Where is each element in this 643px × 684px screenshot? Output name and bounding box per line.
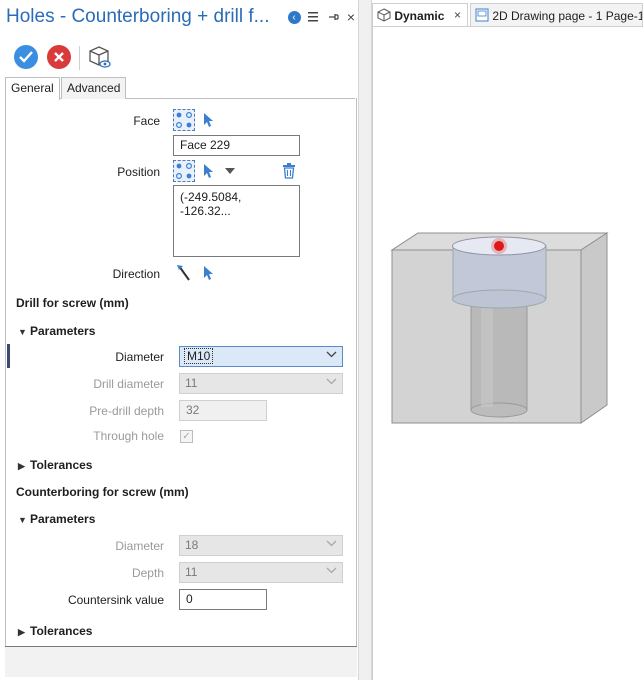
drill-section-title: Drill for screw (mm) [16,296,129,310]
collapsed-triangle-icon: ▶ [18,627,25,637]
position-list-item[interactable]: (-249.5084, -126.32... [180,190,241,218]
property-panel: Holes - Counterboring + drill f... ‹ × G… [0,0,358,680]
trash-icon [283,163,295,179]
active-row-marker [7,344,10,368]
cursor-icon [204,164,213,178]
countersink-label: Countersink value [67,593,164,607]
position-select-mode-button[interactable] [173,160,195,182]
direction-pick-button[interactable] [197,262,219,284]
ok-button[interactable] [14,45,38,69]
direction-flip-button[interactable] [173,262,195,284]
counterbore-tolerances-header[interactable]: ▶ Tolerances [18,624,92,638]
direction-label: Direction [112,267,160,281]
panel-title: Holes - Counterboring + drill f... [6,6,270,27]
panel-toolbar [0,40,358,76]
check-icon [19,51,33,63]
diameter-label: Diameter [115,350,164,364]
3d-viewport[interactable] [372,26,643,680]
preview-button[interactable] [87,44,113,70]
diameter-value: M10 [183,348,214,364]
pre-drill-depth-label: Pre-drill depth [89,404,164,418]
expanded-triangle-icon: ▼ [18,327,27,337]
toolbar-divider [79,46,80,70]
drill-diameter-value: 11 [185,376,198,390]
pin-icon[interactable] [325,9,341,25]
face-select-mode-button[interactable] [173,109,195,131]
back-icon[interactable]: ‹ [286,9,302,25]
diameter-select[interactable]: M10 [179,346,343,367]
points-icon [175,111,193,129]
tab-2d-drawing-label: 2D Drawing page - 1 Page-1 [492,9,643,23]
position-list[interactable]: (-249.5084, -126.32... [173,185,300,257]
chevron-down-icon [326,566,337,577]
through-hole-label: Through hole [93,429,164,443]
panel-tabs: General Advanced [5,77,355,100]
menu-icon[interactable] [305,9,321,25]
chevron-down-icon [326,350,337,361]
cb-depth-label: Depth [131,566,164,580]
general-form: Face Face 229 Position (-249.5084, -126.… [5,98,357,648]
expanded-triangle-icon: ▼ [18,515,27,525]
position-dropdown-button[interactable] [219,160,241,182]
chevron-down-icon [326,377,337,388]
pane-splitter[interactable] [358,0,372,680]
document-tabs: Dynamic × 2D Drawing page - 1 Page-1 [372,3,643,26]
face-label: Face [133,114,160,128]
cursor-icon [204,113,213,127]
position-pick-button[interactable] [197,160,219,182]
counterbore-section-title: Counterboring for screw (mm) [16,485,189,499]
tab-dynamic-label: Dynamic [394,9,445,23]
cb-diameter-value: 18 [185,538,199,552]
points-icon [175,162,193,180]
cb-diameter-select[interactable]: 18 [179,535,343,556]
pre-drill-depth-field[interactable]: 32 [179,400,267,421]
tab-general[interactable]: General [5,77,60,100]
cursor-icon [204,266,213,280]
drill-diameter-select[interactable]: 11 [179,373,343,394]
delete-position-button[interactable] [278,160,300,182]
cb-depth-select[interactable]: 11 [179,562,343,583]
direction-arrow-icon [177,265,190,281]
through-hole-checkbox[interactable]: ✓ [180,430,193,443]
part-model [390,232,609,424]
position-label: Position [117,165,160,179]
x-icon [54,52,64,62]
tab-2d-drawing[interactable]: 2D Drawing page - 1 Page-1 [470,3,643,26]
tab-dynamic[interactable]: Dynamic × [372,3,468,26]
face-field[interactable]: Face 229 [173,135,300,156]
counterbore-parameters-label: Parameters [30,512,96,526]
panel-title-bar: Holes - Counterboring + drill f... ‹ × [0,0,358,36]
face-pick-button[interactable] [197,109,219,131]
cb-depth-value: 11 [185,565,198,579]
drill-parameters-header[interactable]: ▼ Parameters [18,324,95,338]
cancel-button[interactable] [47,45,71,69]
counterbore-tolerances-label: Tolerances [30,624,93,638]
close-icon[interactable]: × [343,9,359,25]
drill-tolerances-header[interactable]: ▶ Tolerances [18,458,92,472]
tab-advanced[interactable]: Advanced [61,77,127,99]
chevron-down-icon [225,168,235,174]
cb-diameter-label: Diameter [115,539,164,553]
drawing-page-icon [475,8,489,22]
drill-parameters-label: Parameters [30,324,96,338]
countersink-field[interactable]: 0 [179,589,267,610]
collapsed-triangle-icon: ▶ [18,461,25,471]
close-icon[interactable]: × [454,8,461,22]
counterbore-parameters-header[interactable]: ▼ Parameters [18,512,95,526]
panel-footer [5,647,357,677]
drill-tolerances-label: Tolerances [30,458,93,472]
chevron-down-icon [326,539,337,550]
cube-icon [377,8,391,22]
preview-icon [89,46,111,68]
drill-diameter-label: Drill diameter [93,377,164,391]
